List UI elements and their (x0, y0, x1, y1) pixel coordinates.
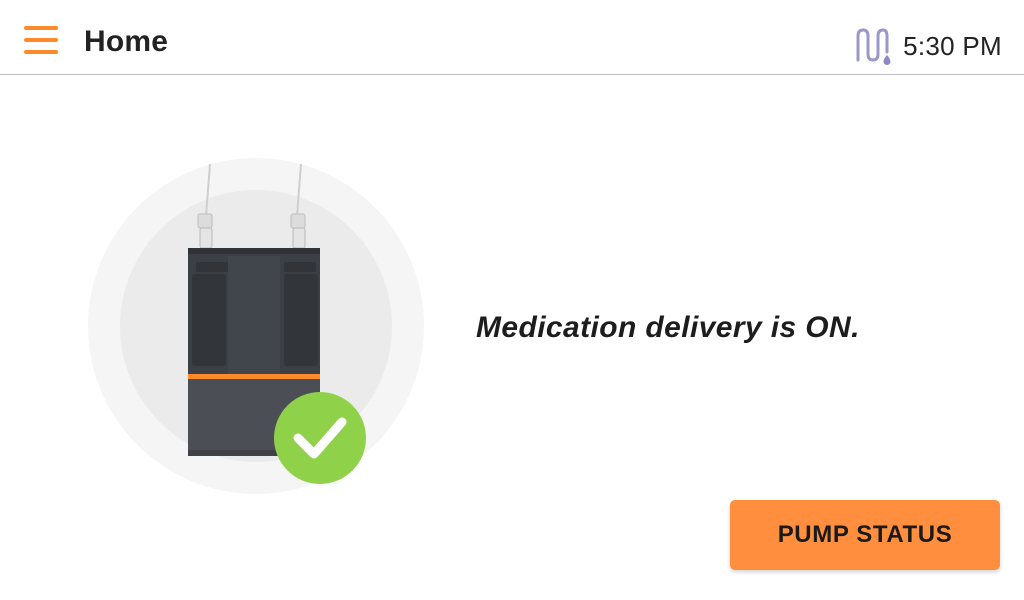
pump-status-button[interactable]: PUMP STATUS (730, 500, 1000, 570)
page-title: Home (84, 25, 169, 58)
pump-illustration (88, 158, 424, 494)
delivery-status-message: Medication delivery is ON. (476, 311, 860, 344)
clock-time: 5:30 PM (903, 31, 1002, 61)
menu-line-top (24, 26, 58, 30)
tubing-connection-icon (856, 28, 891, 65)
hamburger-menu-icon[interactable] (24, 26, 58, 58)
menu-line-bottom (24, 50, 58, 54)
menu-line-middle (24, 38, 58, 42)
top-bar: Home 5:30 PM (0, 0, 1024, 75)
status-area: 5:30 PM (855, 26, 1002, 66)
